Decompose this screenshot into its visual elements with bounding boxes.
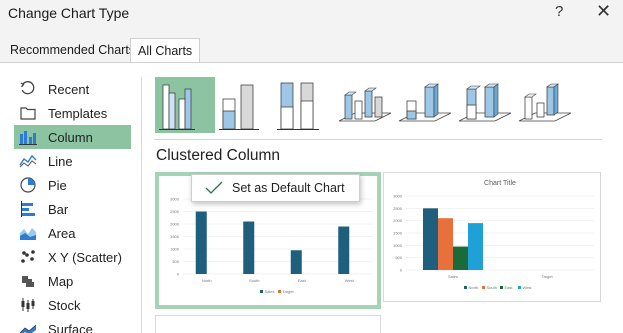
column-chart-icon [18,128,38,146]
subtype-3d-100-stacked-column[interactable] [455,77,515,133]
x-tick-label: Sales [448,274,458,279]
bar-east [453,246,468,270]
context-menu: Set as Default Chart [191,174,360,202]
chart-subtype-panel: Clustered Column Chart Title 3000 2500 2000… [141,77,623,333]
tab-strip: Recommended Charts All Charts [0,38,623,62]
scatter-chart-icon [18,248,38,266]
sidebar-item-label: Area [48,225,76,241]
sidebar-item-label: Recent [48,81,90,97]
tab-recommended-charts[interactable]: Recommended Charts [4,38,141,62]
legend-label: North [469,285,479,290]
y-tick-label: 1000 [170,247,180,252]
x-tick-label: Target [541,274,553,279]
sidebar-item-column[interactable]: Column [14,125,131,149]
bar-sales [290,250,302,274]
y-tick-label: 1500 [170,234,180,239]
tab-all-charts[interactable]: All Charts [130,38,201,62]
legend-swatch [278,290,281,293]
bar-sales [338,226,350,274]
legend-swatch [464,286,467,289]
legend-swatch [482,286,485,289]
sidebar-item-pie[interactable]: Pie [14,173,131,197]
sidebar-item-label: Surface [48,321,93,333]
y-tick-label: 0 [177,272,180,277]
subtype-clustered-column[interactable] [155,77,215,133]
sidebar-item-label: Map [48,273,74,289]
legend-label: Sales [265,289,275,294]
chart-preview-3[interactable] [155,315,381,333]
sidebar-item-map[interactable]: Map [14,269,131,293]
legend-swatch [260,290,263,293]
x-tick-label: East [298,278,307,283]
sidebar-item-surface[interactable]: Surface [14,317,131,333]
subtype-3d-clustered-column[interactable] [335,77,395,133]
sidebar-item-label: Templates [48,105,108,121]
sidebar-item-label: Line [48,153,73,169]
help-button[interactable]: ? [555,3,563,20]
legend-label: South [487,285,497,290]
chart-type-list: Recent Templates Column Line Pie Bar Are… [14,77,132,333]
window-title: Change Chart Type [8,5,130,21]
legend-swatch [518,286,521,289]
stock-chart-icon [18,296,38,314]
y-tick-label: 3000 [393,194,403,199]
sidebar-item-label: Column [48,129,93,145]
templates-icon [18,104,38,122]
y-tick-label: 2500 [393,206,403,211]
bar-sales [195,211,207,274]
bar-north [423,208,438,270]
line-chart-icon [18,152,38,170]
subtype-divider [154,139,602,140]
subtype-100-stacked-column[interactable] [275,77,335,133]
y-tick-label: 0 [400,268,403,273]
surface-chart-icon [18,320,38,333]
sidebar-item-label: Stock [48,297,81,313]
y-tick-label: 500 [172,259,179,264]
y-tick-label: 500 [395,255,402,260]
all-charts-panel: Recent Templates Column Line Pie Bar Are… [0,63,623,333]
chart-subtype-heading: Clustered Column [156,147,281,164]
sidebar-item-bar[interactable]: Bar [14,197,131,221]
bar-south [438,218,453,270]
title-bar: Change Chart Type ? ✕ [0,0,623,28]
subtype-stacked-column[interactable] [215,77,275,133]
area-chart-icon [18,224,38,242]
legend-swatch [500,286,503,289]
close-button[interactable]: ✕ [596,1,611,22]
legend-label: East [505,285,514,290]
x-tick-label: South [249,278,259,283]
sidebar-item-label: Pie [48,177,67,193]
bar-sales [243,221,255,274]
chart-2-canvas: Chart Title 3000 2500 2000 1500 1000 500 0 Sales… [393,180,594,290]
checkmark-icon [204,180,224,196]
sidebar-item-area[interactable]: Area [14,221,131,245]
chart-preview-2[interactable]: Chart Title 3000 2500 2000 1500 1000 500 0 Sales… [383,172,601,302]
set-as-default-chart-item[interactable]: Set as Default Chart [232,181,345,195]
sidebar-item-templates[interactable]: Templates [14,101,131,125]
y-tick-label: 3000 [170,197,180,202]
sidebar-item-label: X Y (Scatter) [48,249,122,265]
sidebar-item-scatter[interactable]: X Y (Scatter) [14,245,131,269]
y-tick-label: 1000 [393,243,403,248]
x-tick-label: North [202,278,212,283]
bar-chart-icon [18,200,38,218]
y-tick-label: 2500 [170,209,180,214]
legend-label: Target [283,289,295,294]
sidebar-item-line[interactable]: Line [14,149,131,173]
y-tick-label: 2000 [393,218,403,223]
sidebar-item-label: Bar [48,201,69,217]
x-tick-label: West [345,278,355,283]
y-tick-label: 1500 [393,231,403,236]
sidebar-item-stock[interactable]: Stock [14,293,131,317]
sidebar-item-recent[interactable]: Recent [14,77,131,101]
map-chart-icon [18,272,38,290]
recent-icon [18,80,38,98]
subtype-3d-stacked-column[interactable] [395,77,455,133]
pie-chart-icon [18,176,38,194]
legend-label: West [523,285,533,290]
subtype-3d-column[interactable] [515,77,575,133]
bar-west [468,223,483,270]
chart-title: Chart Title [484,180,516,187]
y-tick-label: 2000 [170,222,180,227]
